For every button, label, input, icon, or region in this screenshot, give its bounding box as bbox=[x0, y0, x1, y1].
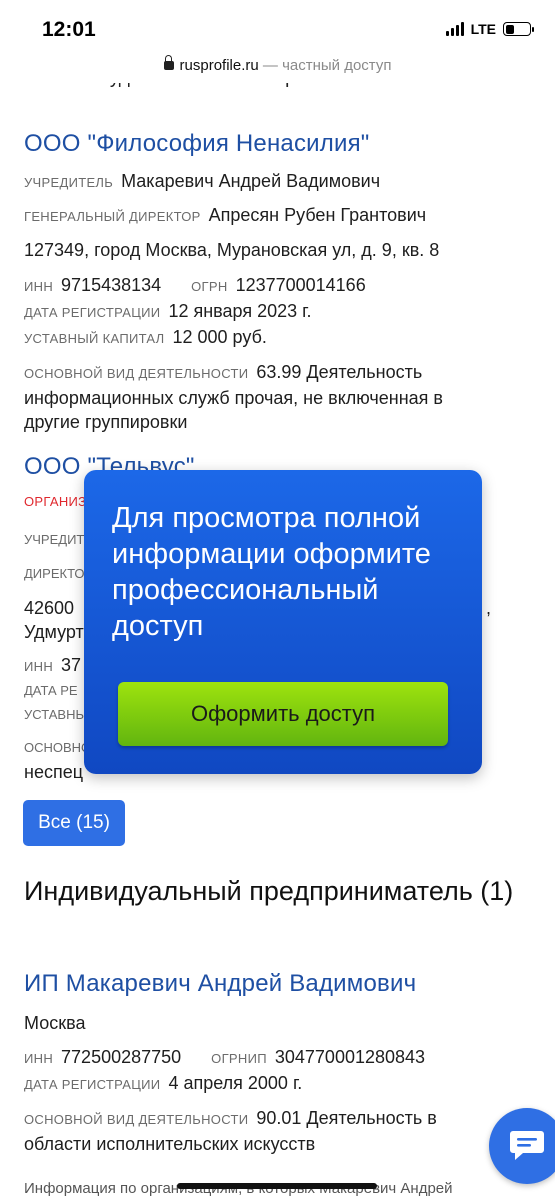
company-address: 127349, город Москва, Мурановская ул, д.… bbox=[24, 240, 440, 260]
status-bar: 12:01 LTE bbox=[0, 0, 555, 52]
chat-button[interactable] bbox=[489, 1108, 555, 1184]
ip-city: Москва bbox=[24, 1013, 86, 1033]
inn-value: 37 bbox=[61, 655, 82, 675]
reg-date-value: 12 января 2023 г. bbox=[168, 301, 312, 321]
status-indicators: LTE bbox=[445, 21, 534, 37]
company-title-link[interactable]: ООО "Философия Ненасилия" bbox=[24, 130, 531, 158]
inn-label: ИНН bbox=[24, 1051, 54, 1066]
inn-ogrn-row: ИНН 9715438134 ОГРН 1237700014166 bbox=[24, 273, 531, 299]
reg-date-row: Дата регистрации 4 апреля 2000 г. bbox=[24, 1071, 531, 1097]
lock-icon bbox=[163, 55, 174, 70]
home-indicator bbox=[177, 1183, 377, 1189]
signal-icon bbox=[445, 22, 464, 36]
chat-icon bbox=[510, 1131, 544, 1160]
company-card: ООО "Философия Ненасилия" Учредитель Мака… bbox=[24, 130, 531, 434]
ogrnip-value: 304770001280843 bbox=[274, 1047, 426, 1067]
ogrnip-label: ОГРНИП bbox=[211, 1051, 267, 1066]
status-time: 12:01 bbox=[42, 18, 96, 41]
section-heading: Индивидуальный предприниматель (1) bbox=[24, 876, 514, 906]
activity-code: 90.01 Деятельность в bbox=[256, 1108, 437, 1128]
inn-value: 9715438134 bbox=[61, 275, 162, 295]
inn-label: ИНН bbox=[24, 279, 54, 294]
capital-value: 12 000 руб. bbox=[172, 327, 267, 347]
founder-name[interactable]: Макаревич Андрей Вадимович bbox=[121, 171, 380, 191]
ip-card: ИП Макаревич Андрей Вадимович Москва ИНН… bbox=[24, 970, 531, 1156]
ogrn-label: ОГРН bbox=[191, 279, 228, 294]
reg-date-label: Дата регистрации bbox=[24, 305, 161, 320]
show-all-button[interactable]: Все (15) bbox=[23, 800, 125, 846]
url-separator: — bbox=[258, 57, 283, 74]
director-row: Генеральный директор Апресян Рубен Гранто… bbox=[24, 203, 531, 229]
capital-row: Уставный капитал 12 000 руб. bbox=[24, 325, 531, 351]
founder-label: Учредитель bbox=[24, 175, 114, 190]
paywall-message: Для просмотра полной информации оформите… bbox=[112, 502, 431, 642]
activity-label: Основной вид деятельности bbox=[24, 1112, 249, 1127]
url-access: частный доступ bbox=[282, 57, 392, 74]
reg-date-value: 4 апреля 2000 г. bbox=[168, 1073, 303, 1093]
activity-block: Основной вид деятельности 90.01 Деятельно… bbox=[24, 1106, 531, 1156]
browser-url-bar[interactable]: rusprofile.ru — частный доступ bbox=[0, 55, 555, 83]
activity-line: области исполнительских искусств bbox=[24, 1134, 316, 1154]
network-type: LTE bbox=[470, 21, 496, 37]
director-label: Генеральный директор bbox=[24, 209, 201, 224]
activity-line: информационных служб прочая, не включенн… bbox=[24, 388, 443, 408]
director-name[interactable]: Апресян Рубен Грантович bbox=[209, 205, 426, 225]
inn-label: ИНН bbox=[24, 659, 54, 674]
activity-code: 63.99 Деятельность bbox=[256, 362, 423, 382]
ogrn-value: 1237700014166 bbox=[235, 275, 366, 295]
reg-date-row: Дата регистрации 12 января 2023 г. bbox=[24, 299, 531, 325]
reg-date-label: Дата регистрации bbox=[24, 1077, 161, 1092]
paywall-popup: Для просмотра полной информации оформите… bbox=[84, 470, 482, 774]
founder-row: Учредитель Макаревич Андрей Вадимович bbox=[24, 169, 531, 195]
ip-title-link[interactable]: ИП Макаревич Андрей Вадимович bbox=[24, 970, 531, 998]
activity-label: Основной вид деятельности bbox=[24, 366, 249, 381]
capital-label: Уставный капитал bbox=[24, 331, 165, 346]
get-access-button[interactable]: Оформить доступ bbox=[118, 682, 448, 746]
battery-icon bbox=[503, 22, 534, 36]
activity-line: другие группировки bbox=[24, 412, 188, 432]
inn-value: 772500287750 bbox=[61, 1047, 182, 1067]
activity-block: Основной вид деятельности 63.99 Деятельно… bbox=[24, 360, 531, 434]
inn-ogrnip-row: ИНН 772500287750 ОГРНИП 304770001280843 bbox=[24, 1045, 531, 1071]
url-domain: rusprofile.ru bbox=[179, 57, 259, 74]
